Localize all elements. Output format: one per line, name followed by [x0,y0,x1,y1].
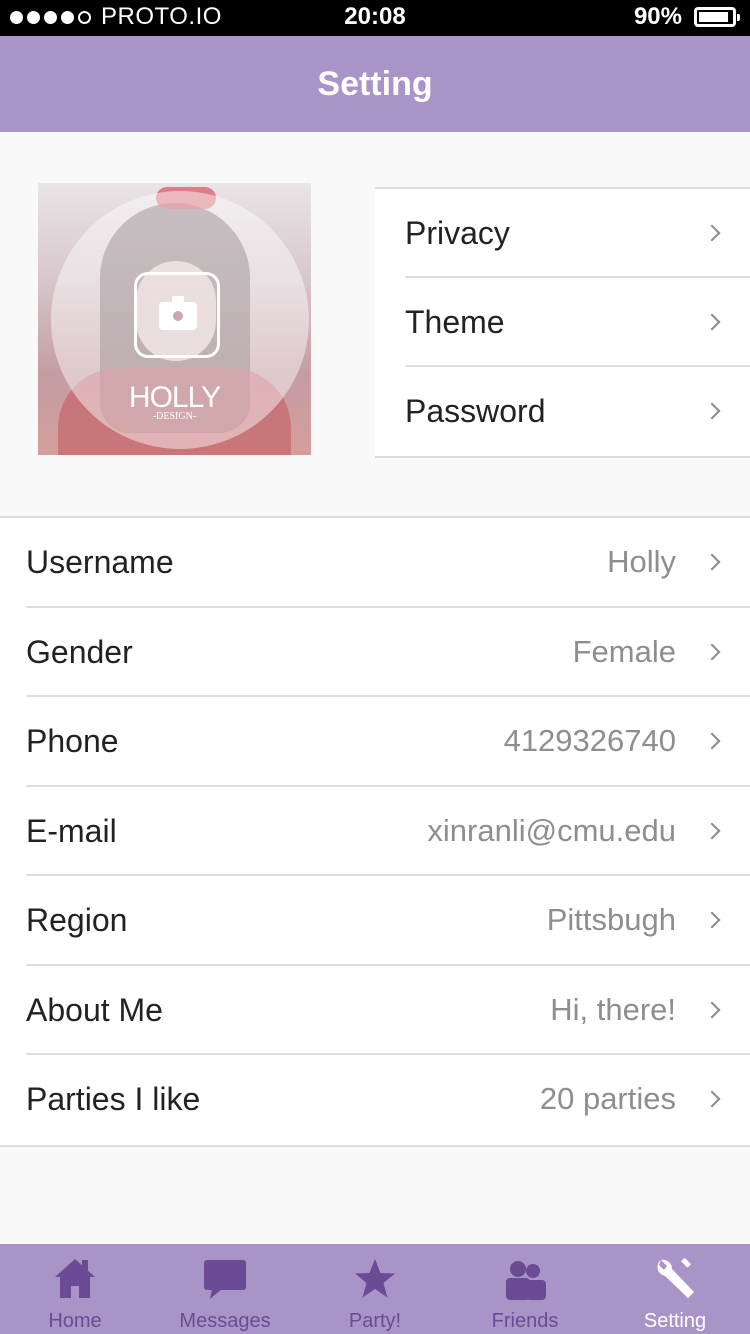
row-label: Password [405,393,546,429]
watermark-logo: HOLLY [128,381,221,414]
row-label: Region [26,902,128,938]
row-label: About Me [26,991,163,1028]
battery-status: 90% [633,3,740,31]
email-row[interactable]: E-mail xinranli@cmu.edu [26,787,750,876]
home-icon [55,1259,95,1298]
row-value: Holly [607,544,676,579]
chevron-right-icon [703,224,721,242]
chat-bubble-icon [204,1260,246,1299]
wrench-icon [657,1257,694,1298]
theme-row[interactable]: Theme [405,278,750,367]
battery-fill [699,12,728,22]
tab-label: Setting [643,1310,707,1332]
star-icon [355,1259,395,1298]
password-row[interactable]: Password [405,367,750,456]
tab-setting[interactable]: Setting [600,1244,750,1334]
tab-label: Messages [179,1310,271,1332]
region-row[interactable]: Region Pittsbugh [26,876,750,966]
row-value: 4129326740 [503,723,676,758]
battery-percent: 90% [633,3,682,30]
battery-icon [694,7,740,27]
nav-header: Setting [0,36,750,132]
row-value: Hi, there! [550,991,676,1027]
privacy-row[interactable]: Privacy [405,189,750,278]
chevron-right-icon [703,822,721,839]
row-label: E-mail [26,812,117,849]
watermark-logo-sub: -DESIGN- [152,411,197,422]
profile-info-list: Username Holly Gender Female Phone 41293… [0,516,750,1147]
row-label: Gender [26,633,133,670]
status-bar: PROTO.IO 20:08 90% [0,0,750,36]
username-row[interactable]: Username Holly [26,518,750,608]
row-label: Username [26,544,174,580]
tab-label: Party! [348,1310,402,1332]
tab-label: Home [48,1310,102,1332]
row-value: xinranli@cmu.edu [427,812,676,848]
row-value: Pittsbugh [546,902,676,937]
row-value: 20 parties [539,1081,676,1116]
tab-messages[interactable]: Messages [150,1244,300,1334]
chevron-right-icon [703,313,721,331]
tab-party[interactable]: Party! [300,1244,450,1334]
row-value: Female [572,633,676,669]
tab-friends[interactable]: Friends [450,1244,600,1334]
chevron-right-icon [703,732,721,750]
gender-row[interactable]: Gender Female [26,608,750,697]
row-label: Parties I like [26,1081,201,1117]
quick-settings-list: Privacy Theme Password [375,187,750,458]
profile-photo[interactable]: HOLLY -DESIGN- [38,183,311,455]
chevron-right-icon [703,1001,721,1018]
chevron-right-icon [703,402,721,420]
camera-icon [159,296,197,330]
chevron-right-icon [703,643,721,660]
phone-row[interactable]: Phone 4129326740 [26,697,750,787]
chevron-right-icon [703,911,721,929]
page-title: Setting [317,65,433,103]
people-icon [506,1261,546,1300]
tab-home[interactable]: Home [0,1244,150,1334]
row-label: Privacy [405,215,510,251]
change-photo-button[interactable] [134,272,220,358]
tab-bar: Home Messages Party! Friends Setting [0,1244,750,1334]
tab-label: Friends [491,1310,559,1332]
chevron-right-icon [703,1090,721,1108]
camera-lens [170,308,186,324]
parties-i-like-row[interactable]: Parties I like 20 parties [26,1055,750,1145]
chevron-right-icon [703,553,721,571]
about-me-row[interactable]: About Me Hi, there! [26,966,750,1055]
row-label: Phone [26,723,119,759]
row-label: Theme [405,304,505,340]
